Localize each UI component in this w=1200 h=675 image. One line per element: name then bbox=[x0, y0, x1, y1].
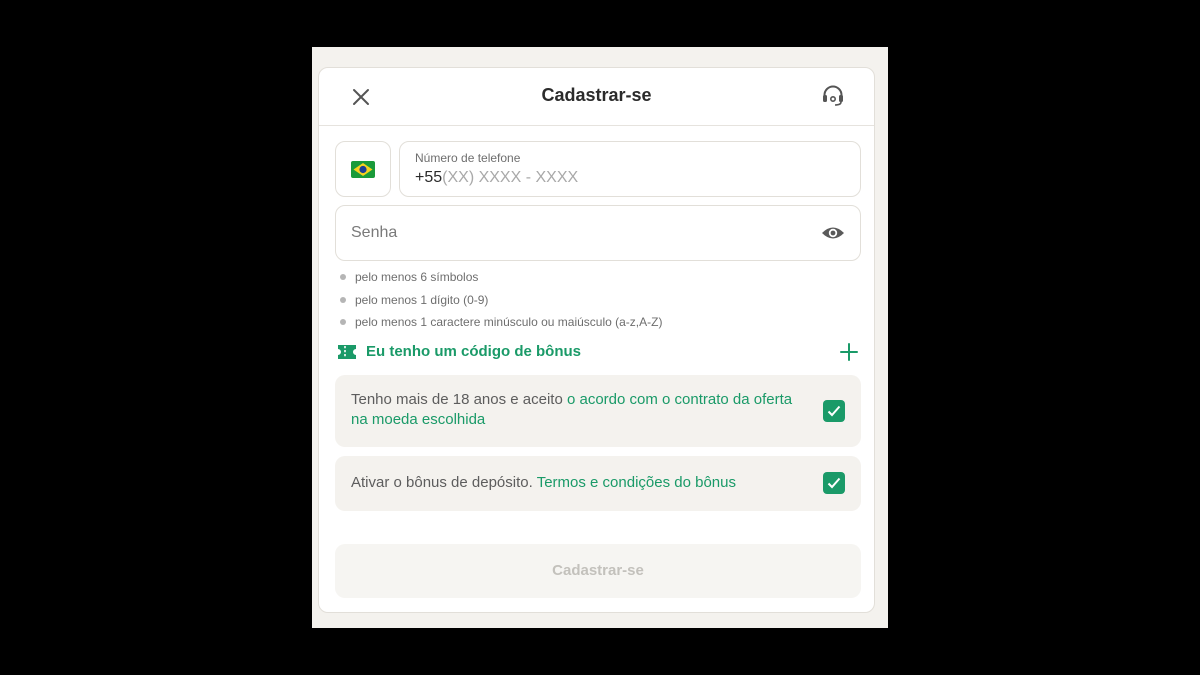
phone-input[interactable]: +55(XX) XXXX - XXXX bbox=[415, 169, 578, 187]
plus-icon bbox=[840, 343, 858, 361]
page-title: Cadastrar-se bbox=[541, 85, 652, 105]
agreement-label: Ativar o bônus de depósito. bbox=[351, 474, 537, 491]
deposit-bonus-agreement: Ativar o bônus de depósito. Termos e con… bbox=[335, 456, 861, 511]
registration-card: Cadastrar-se Número de telefone +55(XX) … bbox=[318, 67, 875, 613]
password-placeholder: Senha bbox=[351, 224, 398, 241]
checkmark-icon bbox=[827, 477, 841, 489]
rule-text: pelo menos 1 caractere minúsculo ou maiú… bbox=[355, 315, 663, 329]
bonus-code-label: Eu tenho um código de bônus bbox=[366, 343, 581, 360]
password-rule: pelo menos 6 símbolos bbox=[339, 268, 859, 291]
ticket-icon bbox=[338, 345, 356, 359]
eye-icon bbox=[822, 227, 844, 239]
bonus-code-toggle[interactable]: Eu tenho um código de bônus bbox=[336, 341, 860, 363]
password-rules: pelo menos 6 símbolos pelo menos 1 dígit… bbox=[339, 268, 859, 336]
headset-support-icon bbox=[823, 85, 843, 106]
rule-text: pelo menos 1 dígito (0-9) bbox=[355, 292, 489, 307]
add-bonus-code-button[interactable] bbox=[838, 341, 860, 363]
bullet-icon bbox=[340, 274, 346, 280]
checkmark-icon bbox=[827, 405, 841, 417]
support-button[interactable] bbox=[820, 83, 846, 109]
agreement-text: Tenho mais de 18 anos e aceito o acordo … bbox=[351, 390, 811, 430]
bullet-icon bbox=[340, 296, 346, 303]
age-agreement-checkbox[interactable] bbox=[823, 400, 845, 422]
dialog-header: Cadastrar-se bbox=[319, 68, 874, 126]
password-rule: pelo menos 1 dígito (0-9) bbox=[339, 291, 859, 314]
registration-screen: Cadastrar-se Número de telefone +55(XX) … bbox=[312, 47, 888, 628]
phone-prefix: +55 bbox=[415, 169, 443, 186]
country-selector[interactable] bbox=[335, 141, 391, 197]
agreement-label: Tenho mais de 18 anos e aceito bbox=[351, 391, 567, 408]
register-button[interactable]: Cadastrar-se bbox=[335, 544, 861, 598]
rule-text: pelo menos 6 símbolos bbox=[355, 270, 479, 284]
age-agreement: Tenho mais de 18 anos e aceito o acordo … bbox=[335, 375, 861, 447]
brazil-flag-icon bbox=[351, 161, 375, 178]
password-rule: pelo menos 1 caractere minúsculo ou maiú… bbox=[339, 313, 859, 336]
phone-label: Número de telefone bbox=[415, 151, 521, 165]
bullet-icon bbox=[340, 319, 346, 325]
bonus-terms-link[interactable]: Termos e condições do bônus bbox=[537, 474, 736, 491]
deposit-bonus-checkbox[interactable] bbox=[823, 472, 845, 494]
password-field[interactable]: Senha bbox=[335, 205, 861, 261]
toggle-password-button[interactable] bbox=[820, 222, 846, 244]
phone-field[interactable]: Número de telefone +55(XX) XXXX - XXXX bbox=[399, 141, 861, 197]
phone-placeholder: (XX) XXXX - XXXX bbox=[442, 169, 579, 186]
agreement-text: Ativar o bônus de depósito. Termos e con… bbox=[351, 473, 811, 493]
